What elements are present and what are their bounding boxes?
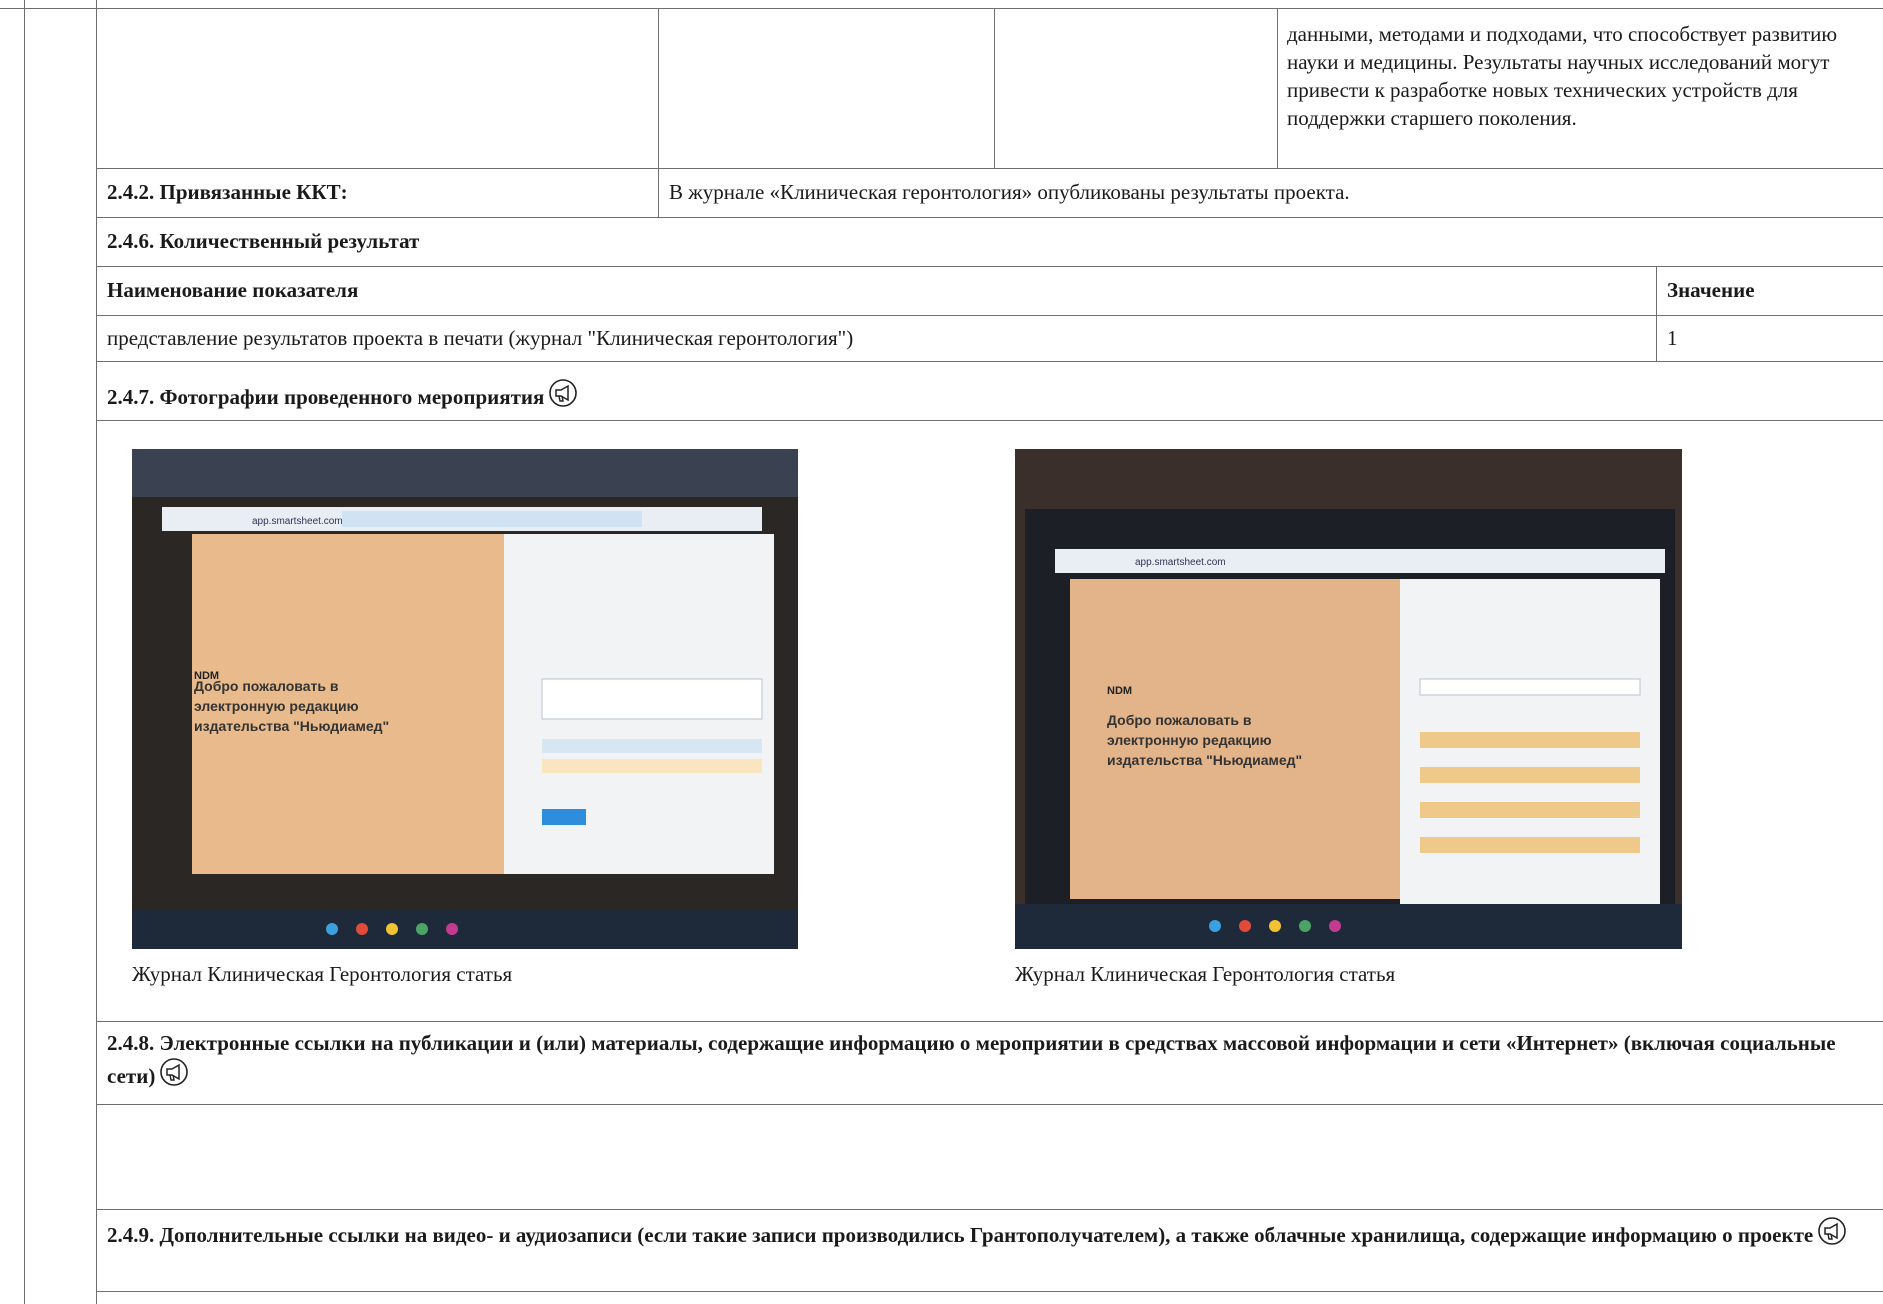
table-top-border [0, 8, 1883, 9]
event-photo-1[interactable]: app.smartsheet.com NDM Добро пожаловать … [132, 449, 798, 949]
photo1-url: app.smartsheet.com [252, 516, 343, 527]
quant-col-value-header: Значение [1667, 278, 1755, 302]
links-heading: 2.4.8. Электронные ссылки на публикации … [107, 1029, 1877, 1094]
svg-text:Добро пожаловать в: Добро пожаловать в [194, 678, 339, 694]
row-divider [96, 168, 1883, 169]
svg-text:Добро пожаловать в: Добро пожаловать в [1107, 712, 1252, 728]
row-divider [96, 1291, 1883, 1292]
prev-row-continuation: данными, методами и подходами, что спосо… [1287, 22, 1838, 130]
column-divider [1277, 8, 1278, 168]
megaphone-icon[interactable] [548, 378, 578, 415]
row-divider [96, 266, 1883, 267]
column-divider [1656, 266, 1657, 361]
outer-left-border [24, 0, 25, 1304]
links-heading-text: 2.4.8. Электронные ссылки на публикации … [107, 1031, 1836, 1088]
quant-col-name-header: Наименование показателя [107, 278, 359, 302]
svg-text:электронную редакцию: электронную редакцию [194, 698, 359, 714]
column-divider [994, 8, 995, 168]
photo-1-caption: Журнал Клиническая Геронтология статья [132, 962, 513, 986]
row-divider [96, 361, 1883, 362]
row-divider [96, 1209, 1883, 1210]
svg-text:издательства "Ньюдиамед": издательства "Ньюдиамед" [194, 718, 389, 734]
row-divider [96, 217, 1883, 218]
column-divider [658, 8, 659, 218]
table-left-border [96, 0, 97, 1304]
megaphone-icon[interactable] [159, 1057, 189, 1094]
linked-kkt-label: 2.4.2. Привязанные ККТ: [107, 180, 348, 204]
photo2-url: app.smartsheet.com [1135, 557, 1226, 568]
photo2-logo-text: NDM [1107, 685, 1132, 697]
photo-2-caption: Журнал Клиническая Геронтология статья [1015, 962, 1396, 986]
row-divider [96, 315, 1883, 316]
row-divider [96, 420, 1883, 421]
extra-links-heading-text: 2.4.9. Дополнительные ссылки на видео- и… [107, 1223, 1814, 1247]
svg-text:издательства "Ньюдиамед": издательства "Ньюдиамед" [1107, 752, 1302, 768]
photos-heading-text: 2.4.7. Фотографии проведенного мероприят… [107, 385, 545, 409]
row-divider [96, 1104, 1883, 1105]
event-photo-2[interactable]: app.smartsheet.com NDM Добро пожаловать … [1015, 449, 1682, 949]
quant-row-value: 1 [1667, 326, 1678, 350]
quant-result-heading: 2.4.6. Количественный результат [107, 229, 420, 253]
quant-row-name: представление результатов проекта в печа… [107, 326, 854, 350]
svg-text:электронную редакцию: электронную редакцию [1107, 732, 1272, 748]
extra-links-heading: 2.4.9. Дополнительные ссылки на видео- и… [107, 1216, 1877, 1256]
megaphone-icon[interactable] [1817, 1216, 1847, 1256]
photos-heading: 2.4.7. Фотографии проведенного мероприят… [107, 378, 578, 415]
linked-kkt-value: В журнале «Клиническая геронтология» опу… [669, 180, 1350, 204]
row-divider [96, 1021, 1883, 1022]
